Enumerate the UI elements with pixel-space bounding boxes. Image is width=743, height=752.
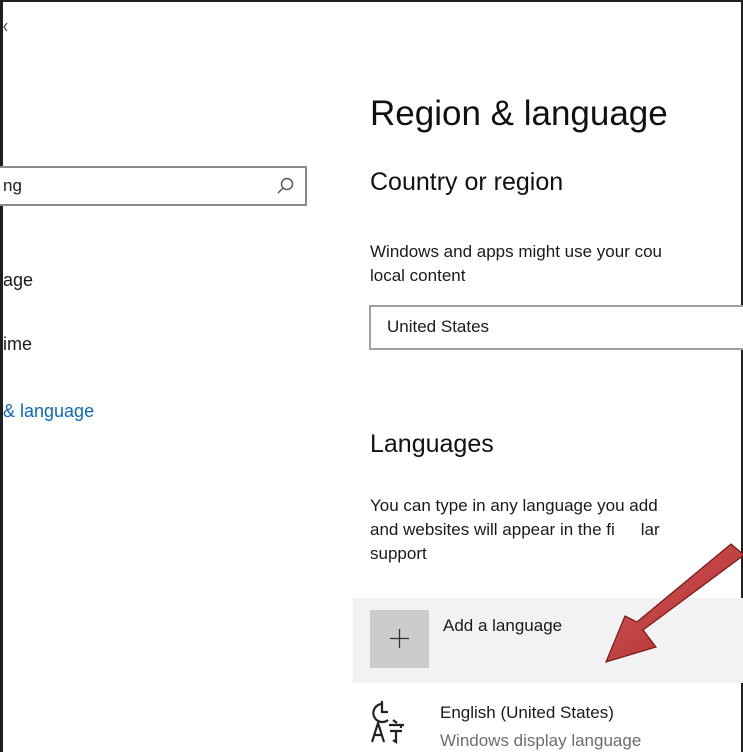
language-subtitle: Windows display language	[440, 731, 642, 750]
country-section-heading: Country or region	[370, 168, 564, 196]
language-name: English (United States)	[440, 703, 614, 722]
page-title: Region & language	[370, 94, 668, 133]
add-language-button[interactable]: Add a language	[353, 598, 743, 683]
add-language-label: Add a language	[443, 616, 563, 635]
sidebar-item-region-language[interactable]: & language	[3, 401, 94, 422]
plus-icon	[390, 629, 409, 648]
language-icon	[370, 701, 404, 744]
languages-description-fragment: lar	[640, 520, 660, 539]
country-description-line: local content	[370, 266, 466, 285]
sidebar-item-time[interactable]: ime	[3, 334, 32, 355]
languages-section-heading: Languages	[370, 430, 494, 458]
window-left-border	[0, 0, 3, 752]
country-dropdown-value: United States	[387, 317, 490, 336]
country-dropdown[interactable]: United States	[369, 305, 743, 350]
country-description-line: Windows and apps might use your cou	[370, 242, 662, 261]
country-description: Windows and apps might use your cou loca…	[370, 240, 743, 288]
search-icon[interactable]	[275, 176, 295, 196]
search-input[interactable]: ng	[3, 176, 22, 196]
languages-description-line: and websites will appear in the fi lar	[370, 518, 743, 542]
window-top-border	[0, 0, 743, 2]
settings-search-box[interactable]: ng	[0, 166, 307, 206]
sidebar-item-language[interactable]: age	[3, 270, 33, 291]
back-arrow-icon[interactable]	[3, 22, 8, 32]
languages-description: You can type in any language you add and…	[370, 494, 743, 566]
plus-tile[interactable]	[370, 610, 429, 668]
languages-description-line: support	[370, 544, 427, 563]
languages-description-line: You can type in any language you add	[370, 496, 658, 515]
languages-description-fragment: and websites will appear in the fi	[370, 520, 615, 539]
